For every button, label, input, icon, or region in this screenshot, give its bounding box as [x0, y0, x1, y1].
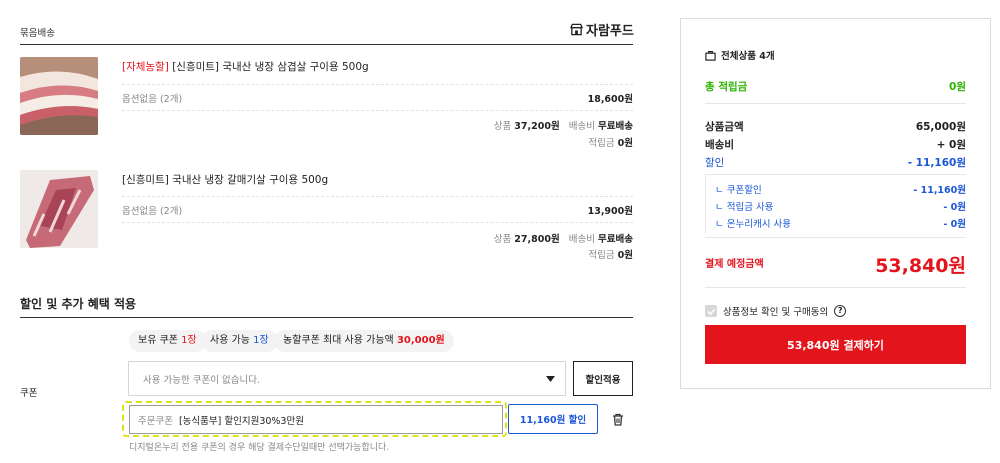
sub-item-value: - 0원 [943, 202, 966, 213]
goods-amount-label: 상품금액 [705, 121, 744, 133]
coupon-select-placeholder: 사용 가능한 쿠폰이 없습니다. [143, 374, 260, 386]
pay-total-label: 결제 예정금액 [705, 255, 764, 270]
shipping-value: 무료배송 [598, 234, 633, 245]
bag-icon [705, 50, 716, 61]
shipping-label: 배송비 [705, 139, 734, 151]
brand-link[interactable]: 자람푸드 [570, 20, 634, 39]
product-image-pork-belly[interactable] [20, 57, 98, 135]
product-summary-1: 상품 37,200원 배송비 무료배송 [494, 118, 633, 132]
summary-header-text: 전체상품 4개 [721, 51, 775, 62]
goods-price: 37,200원 [514, 121, 560, 132]
chip-value: 1장 [253, 335, 269, 346]
dashed-divider [122, 110, 633, 111]
product-title-1[interactable]: [자체농할] [신흥미트] 국내산 냉장 삼겹살 구이용 500g [122, 59, 369, 74]
product-tag: [자체농할] [122, 61, 169, 73]
agree-checkbox[interactable] [705, 305, 717, 317]
goods-label: 상품 [493, 234, 512, 245]
points-label: 적립금 [588, 138, 615, 149]
coupon-discount-row: ㄴ 쿠폰할인 - 11,160원 [705, 182, 966, 196]
shipping-value: + 0원 [936, 139, 966, 151]
product-name: [신흥미트] 국내산 냉장 갈매기살 구이용 500g [122, 174, 329, 186]
order-summary-panel: 전체상품 4개 총 적립금 0원 상품금액 65,000원 배송비 + 0원 할… [680, 18, 991, 389]
dashed-divider [122, 196, 633, 197]
pay-button[interactable]: 53,840원 결제하기 [705, 325, 966, 364]
product-option-price-2: 13,900원 [587, 206, 633, 217]
coupon-select[interactable]: 사용 가능한 쿠폰이 없습니다. [128, 361, 566, 396]
total-points-value: 0원 [949, 81, 966, 93]
dashed-divider [122, 222, 633, 223]
coupon-discount-amount: 11,160원 할인 [508, 404, 598, 434]
sub-item-value: - 0원 [943, 219, 966, 230]
apply-discount-button[interactable]: 할인적용 [573, 361, 633, 396]
coupon-footnote: 디지털온누리 전용 쿠폰의 경우 해당 결제수단일때만 선택가능합니다. [129, 443, 390, 453]
order-coupon-field[interactable]: 주문쿠폰 [농식품부] 할인지원30%3만원 [129, 405, 503, 434]
coupon-label: 쿠폰 [20, 388, 38, 399]
chip-label: 농할쿠폰 최대 사용 가능액 [283, 335, 394, 346]
chip-value: 30,000원 [396, 335, 445, 346]
shipping-label: 배송비 [568, 121, 595, 132]
product-title-2[interactable]: [신흥미트] 국내산 냉장 갈매기살 구이용 500g [122, 172, 328, 187]
product-option-2: 옵션없음 (2개) [122, 206, 183, 217]
section-divider [20, 44, 633, 45]
dashed-divider [122, 84, 633, 85]
chip-label: 사용 가능 [210, 335, 250, 346]
summary-divider [705, 103, 966, 104]
points-label: 적립금 [588, 250, 615, 261]
bundle-shipping-label: 묶음배송 [20, 28, 55, 39]
agree-row: 상품정보 확인 및 구매동의 ? [705, 304, 847, 318]
brand-name: 자람푸드 [586, 24, 634, 39]
summary-divider [705, 174, 966, 175]
pay-total-value: 53,840원 [875, 255, 966, 277]
sub-item-value: - 11,160원 [913, 185, 966, 196]
owned-coupon-chip: 보유 쿠폰 1장 [129, 330, 206, 352]
summary-divider [705, 287, 966, 288]
store-icon [570, 23, 583, 36]
order-coupon-prefix: 주문쿠폰 [138, 415, 173, 427]
goods-label: 상품 [493, 121, 512, 132]
discount-value: - 11,160원 [907, 157, 966, 169]
max-coupon-chip: 농할쿠폰 최대 사용 가능액 30,000원 [274, 330, 454, 352]
trash-icon [613, 413, 623, 426]
agree-label: 상품정보 확인 및 구매동의 [723, 307, 829, 318]
product-option-1: 옵션없음 (2개) [122, 94, 183, 105]
goods-amount-value: 65,000원 [915, 121, 966, 133]
shipping-value: 무료배송 [598, 121, 633, 132]
section-divider [20, 317, 633, 318]
points-value: 0원 [617, 250, 633, 261]
total-points-label: 총 적립금 [705, 81, 748, 93]
discount-label: 할인 [705, 157, 725, 169]
goods-amount-row: 상품금액 65,000원 [705, 119, 966, 134]
product-option-price-1: 18,600원 [587, 94, 633, 105]
shipping-label: 배송비 [568, 234, 595, 245]
summary-header: 전체상품 4개 [705, 48, 775, 62]
summary-divider [705, 237, 966, 238]
help-icon[interactable]: ? [834, 305, 847, 317]
caret-down-icon [546, 375, 555, 382]
points-value: 0원 [617, 138, 633, 149]
chip-value: 1장 [181, 335, 197, 346]
product-image-skirt-meat[interactable] [20, 170, 98, 248]
delete-coupon-button[interactable] [608, 409, 628, 429]
order-coupon-name: [농식품부] 할인지원30%3만원 [178, 415, 304, 427]
usable-coupon-chip: 사용 가능 1장 [201, 330, 278, 352]
product-name: [신흥미트] 국내산 냉장 삼겹살 구이용 500g [172, 61, 369, 73]
chip-label: 보유 쿠폰 [138, 335, 178, 346]
total-points-row: 총 적립금 0원 [705, 79, 966, 94]
sub-item-label: ㄴ 온누리캐시 사용 [715, 219, 791, 230]
sub-item-label: ㄴ 쿠폰할인 [715, 185, 762, 196]
goods-price: 27,800원 [514, 234, 560, 245]
discount-section-title: 할인 및 추가 혜택 적용 [20, 297, 137, 311]
check-icon [706, 307, 716, 315]
pay-total-label-text: 결제 예정금액 [705, 259, 764, 270]
points-used-row: ㄴ 적립금 사용 - 0원 [705, 199, 966, 213]
discount-row: 할인 - 11,160원 [705, 155, 966, 170]
product-summary-2: 상품 27,800원 배송비 무료배송 [494, 231, 633, 245]
shipping-row: 배송비 + 0원 [705, 137, 966, 152]
onnuri-cash-row: ㄴ 온누리캐시 사용 - 0원 [705, 216, 966, 230]
product-points-2: 적립금 0원 [588, 247, 633, 261]
product-points-1: 적립금 0원 [588, 135, 633, 149]
sub-item-label: ㄴ 적립금 사용 [715, 202, 774, 213]
